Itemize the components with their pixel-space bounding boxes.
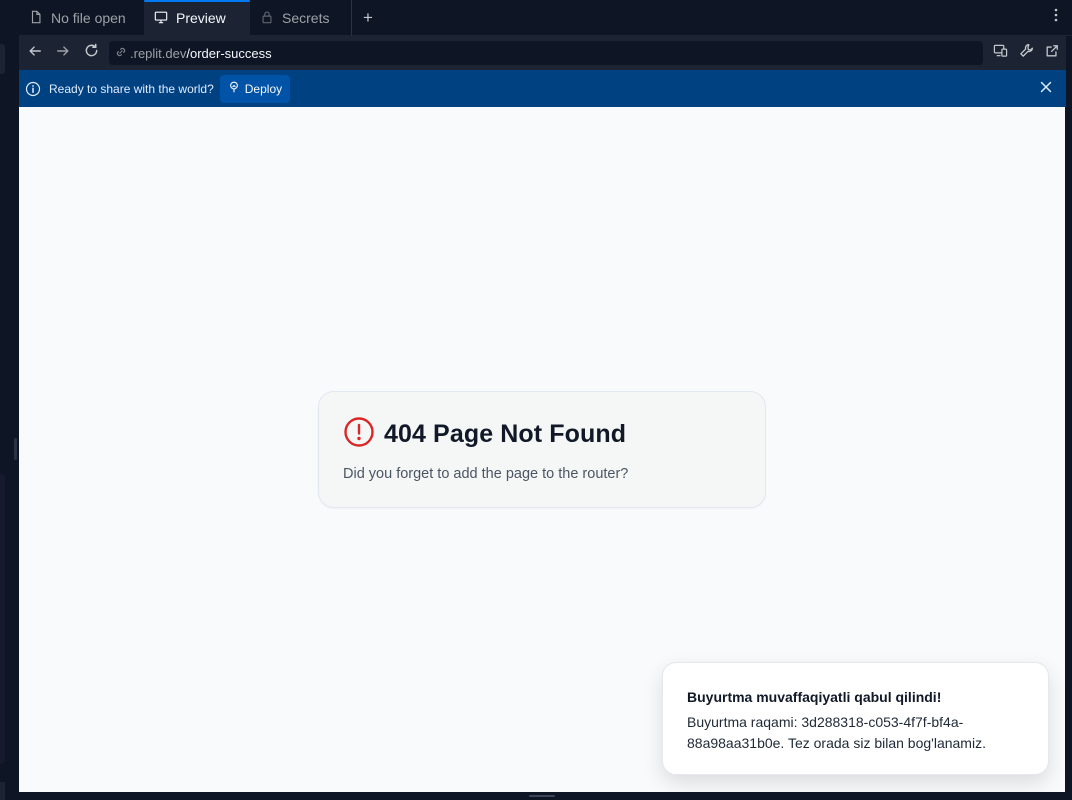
side-panel-edge (0, 474, 5, 764)
toast-title: Buyurtma muvaffaqiyatli qabul qilindi! (687, 689, 942, 705)
bottom-bar (19, 792, 1072, 800)
url-input[interactable]: .replit.dev /order-success (109, 41, 983, 65)
more-options-button[interactable] (1040, 0, 1072, 35)
replit-workspace: No file open Preview Secrets + .replit.d… (0, 0, 1072, 800)
open-new-tab-button[interactable] (1039, 39, 1065, 67)
info-icon (25, 81, 41, 97)
page-title: 404 Page Not Found (384, 420, 627, 448)
deploy-button-label: Deploy (244, 81, 283, 96)
tab-label: No file open (51, 10, 126, 26)
wrench-icon (1019, 43, 1034, 63)
tab-no-file-open[interactable]: No file open (19, 0, 144, 36)
resize-handle[interactable] (14, 438, 17, 460)
banner-message: Ready to share with the world? (49, 81, 214, 96)
order-success-toast[interactable]: Buyurtma muvaffaqiyatli qabul qilindi! B… (662, 662, 1049, 775)
arrow-left-icon (28, 44, 42, 63)
external-link-icon (1045, 44, 1059, 63)
gutter-footer (0, 782, 5, 800)
tab-label: Preview (176, 10, 226, 26)
page-subtitle: Did you forget to add the page to the ro… (343, 466, 629, 482)
forward-button[interactable] (49, 39, 77, 67)
deploy-button[interactable]: Deploy (219, 74, 291, 103)
arrow-right-icon (56, 44, 70, 63)
tab-spacer (384, 0, 1040, 35)
not-found-title-row: 404 Page Not Found (343, 416, 626, 453)
toast-description: Buyurtma raqami: 3d288318-c053-4f7f-bf4a… (687, 714, 986, 751)
tab-label: Secrets (282, 10, 330, 26)
address-bar: .replit.dev /order-success (19, 36, 1066, 70)
url-path: /order-success (186, 45, 272, 61)
add-tab-button[interactable]: + (352, 0, 384, 35)
preview-viewport: 404 Page Not Found Did you forget to add… (19, 107, 1065, 792)
alert-circle-icon (343, 416, 375, 453)
tab-secrets[interactable]: Secrets (250, 0, 352, 36)
deploy-icon (228, 81, 240, 96)
close-icon (1040, 81, 1052, 96)
tab-bar: No file open Preview Secrets + (19, 0, 1072, 36)
file-icon (29, 10, 43, 27)
gutter-tab[interactable] (0, 44, 5, 74)
devtools-button[interactable] (1013, 39, 1039, 67)
panel-resize-handle[interactable] (529, 795, 555, 797)
reload-icon (84, 43, 99, 63)
banner-close-button[interactable] (1030, 73, 1062, 105)
plus-icon: + (363, 7, 373, 27)
kebab-menu-icon (1054, 8, 1058, 27)
url-actions (987, 39, 1065, 67)
tab-preview[interactable]: Preview (144, 0, 250, 36)
left-gutter (0, 0, 19, 800)
monitor-icon (154, 10, 168, 27)
link-icon (115, 46, 127, 61)
devices-icon (993, 43, 1008, 63)
deploy-banner: Ready to share with the world? Deploy (19, 70, 1066, 107)
lock-icon (260, 10, 274, 27)
reload-button[interactable] (77, 39, 105, 67)
not-found-card: 404 Page Not Found Did you forget to add… (318, 391, 766, 508)
device-preview-button[interactable] (987, 39, 1013, 67)
back-button[interactable] (21, 39, 49, 67)
url-host: .replit.dev (130, 45, 187, 61)
